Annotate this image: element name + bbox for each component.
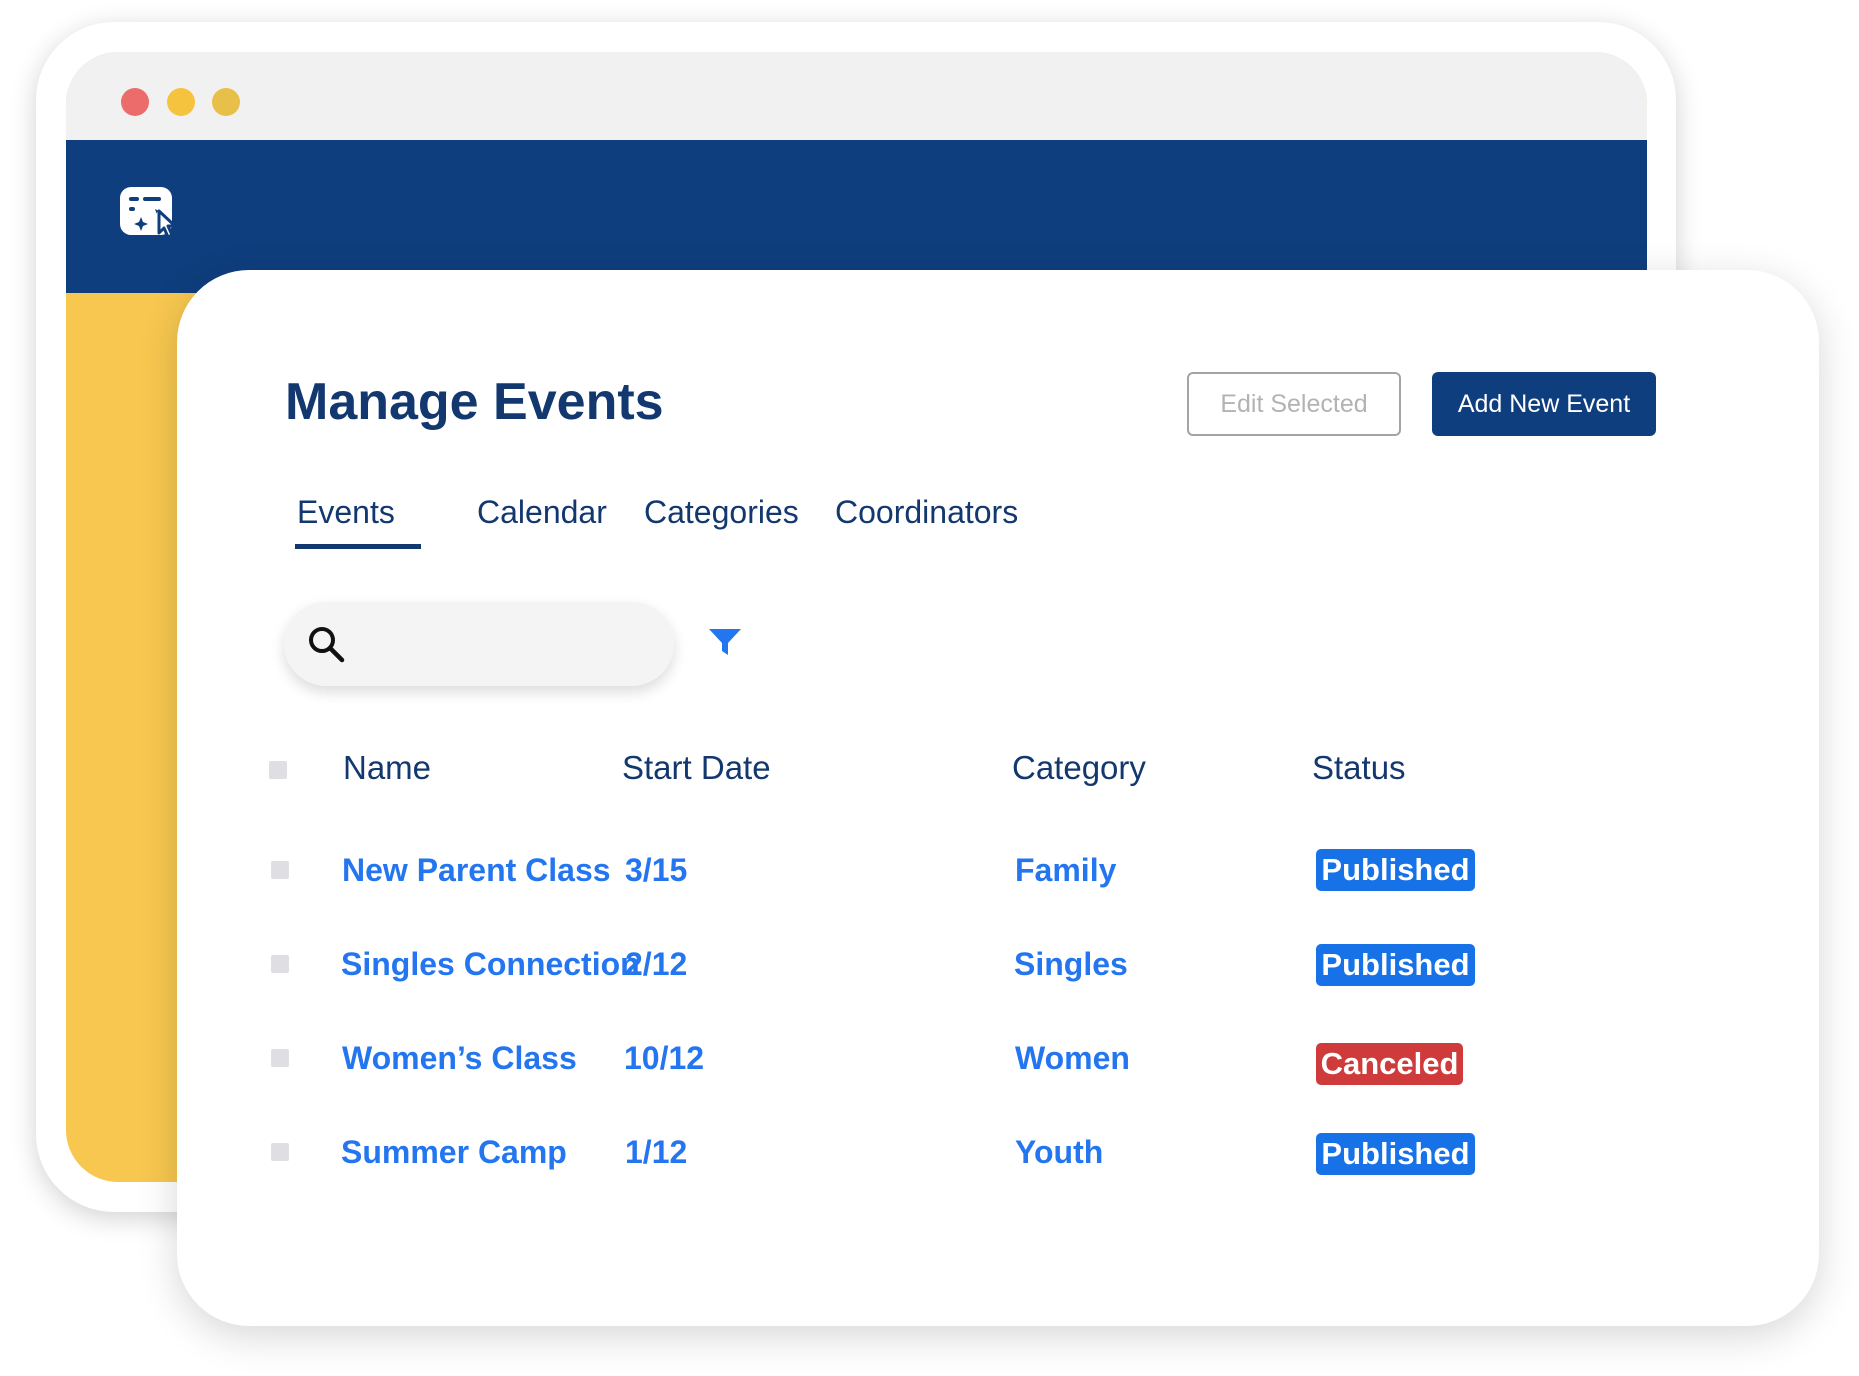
search-box[interactable] — [284, 602, 674, 686]
event-name-link[interactable]: New Parent Class — [342, 850, 611, 890]
row-checkbox[interactable] — [271, 861, 289, 879]
event-name-link[interactable]: Women’s Class — [342, 1038, 577, 1078]
page-title: Manage Events — [285, 373, 664, 431]
event-category: Singles — [1014, 946, 1128, 982]
column-header-name[interactable]: Name — [343, 748, 431, 788]
row-checkbox[interactable] — [271, 1143, 289, 1161]
event-name-link[interactable]: Singles Connection — [341, 944, 640, 984]
close-window-dot[interactable] — [121, 88, 149, 116]
event-name-link[interactable]: Summer Camp — [341, 1132, 567, 1172]
row-checkbox[interactable] — [271, 955, 289, 973]
column-header-category[interactable]: Category — [1012, 748, 1146, 788]
add-new-event-button[interactable]: Add New Event — [1432, 372, 1656, 436]
event-start-date: 2/12 — [625, 946, 688, 982]
search-input[interactable] — [360, 620, 654, 670]
filter-icon[interactable] — [707, 626, 743, 658]
status-badge: Published — [1316, 1133, 1475, 1175]
tab-coordinators[interactable]: Coordinators — [835, 492, 1018, 532]
row-checkbox[interactable] — [271, 1049, 289, 1067]
select-all-checkbox[interactable] — [269, 761, 287, 779]
event-start-date: 1/12 — [625, 1134, 688, 1170]
active-tab-indicator — [295, 544, 421, 549]
event-category: Family — [1015, 852, 1117, 888]
minimize-window-dot[interactable] — [167, 88, 195, 116]
tab-calendar[interactable]: Calendar — [477, 492, 607, 532]
maximize-window-dot[interactable] — [212, 88, 240, 116]
tab-categories[interactable]: Categories — [644, 492, 799, 532]
calendar-cursor-icon[interactable] — [119, 185, 185, 241]
tab-events-label: Events — [297, 494, 395, 530]
status-badge: Published — [1316, 944, 1475, 986]
search-icon — [309, 627, 345, 663]
event-start-date: 3/15 — [625, 852, 688, 888]
event-category: Youth — [1015, 1134, 1104, 1170]
status-badge: Canceled — [1316, 1043, 1463, 1085]
status-badge: Published — [1316, 849, 1475, 891]
column-header-start-date[interactable]: Start Date — [622, 748, 771, 788]
window-titlebar — [66, 52, 1647, 140]
manage-events-card: Manage Events Edit Selected Add New Even… — [177, 270, 1819, 1326]
edit-selected-button[interactable]: Edit Selected — [1187, 372, 1401, 436]
stage: Manage Events Edit Selected Add New Even… — [0, 0, 1859, 1376]
tab-events[interactable]: Events — [295, 492, 421, 549]
column-header-status[interactable]: Status — [1312, 748, 1406, 788]
event-category: Women — [1015, 1040, 1130, 1076]
event-start-date: 10/12 — [624, 1040, 705, 1076]
